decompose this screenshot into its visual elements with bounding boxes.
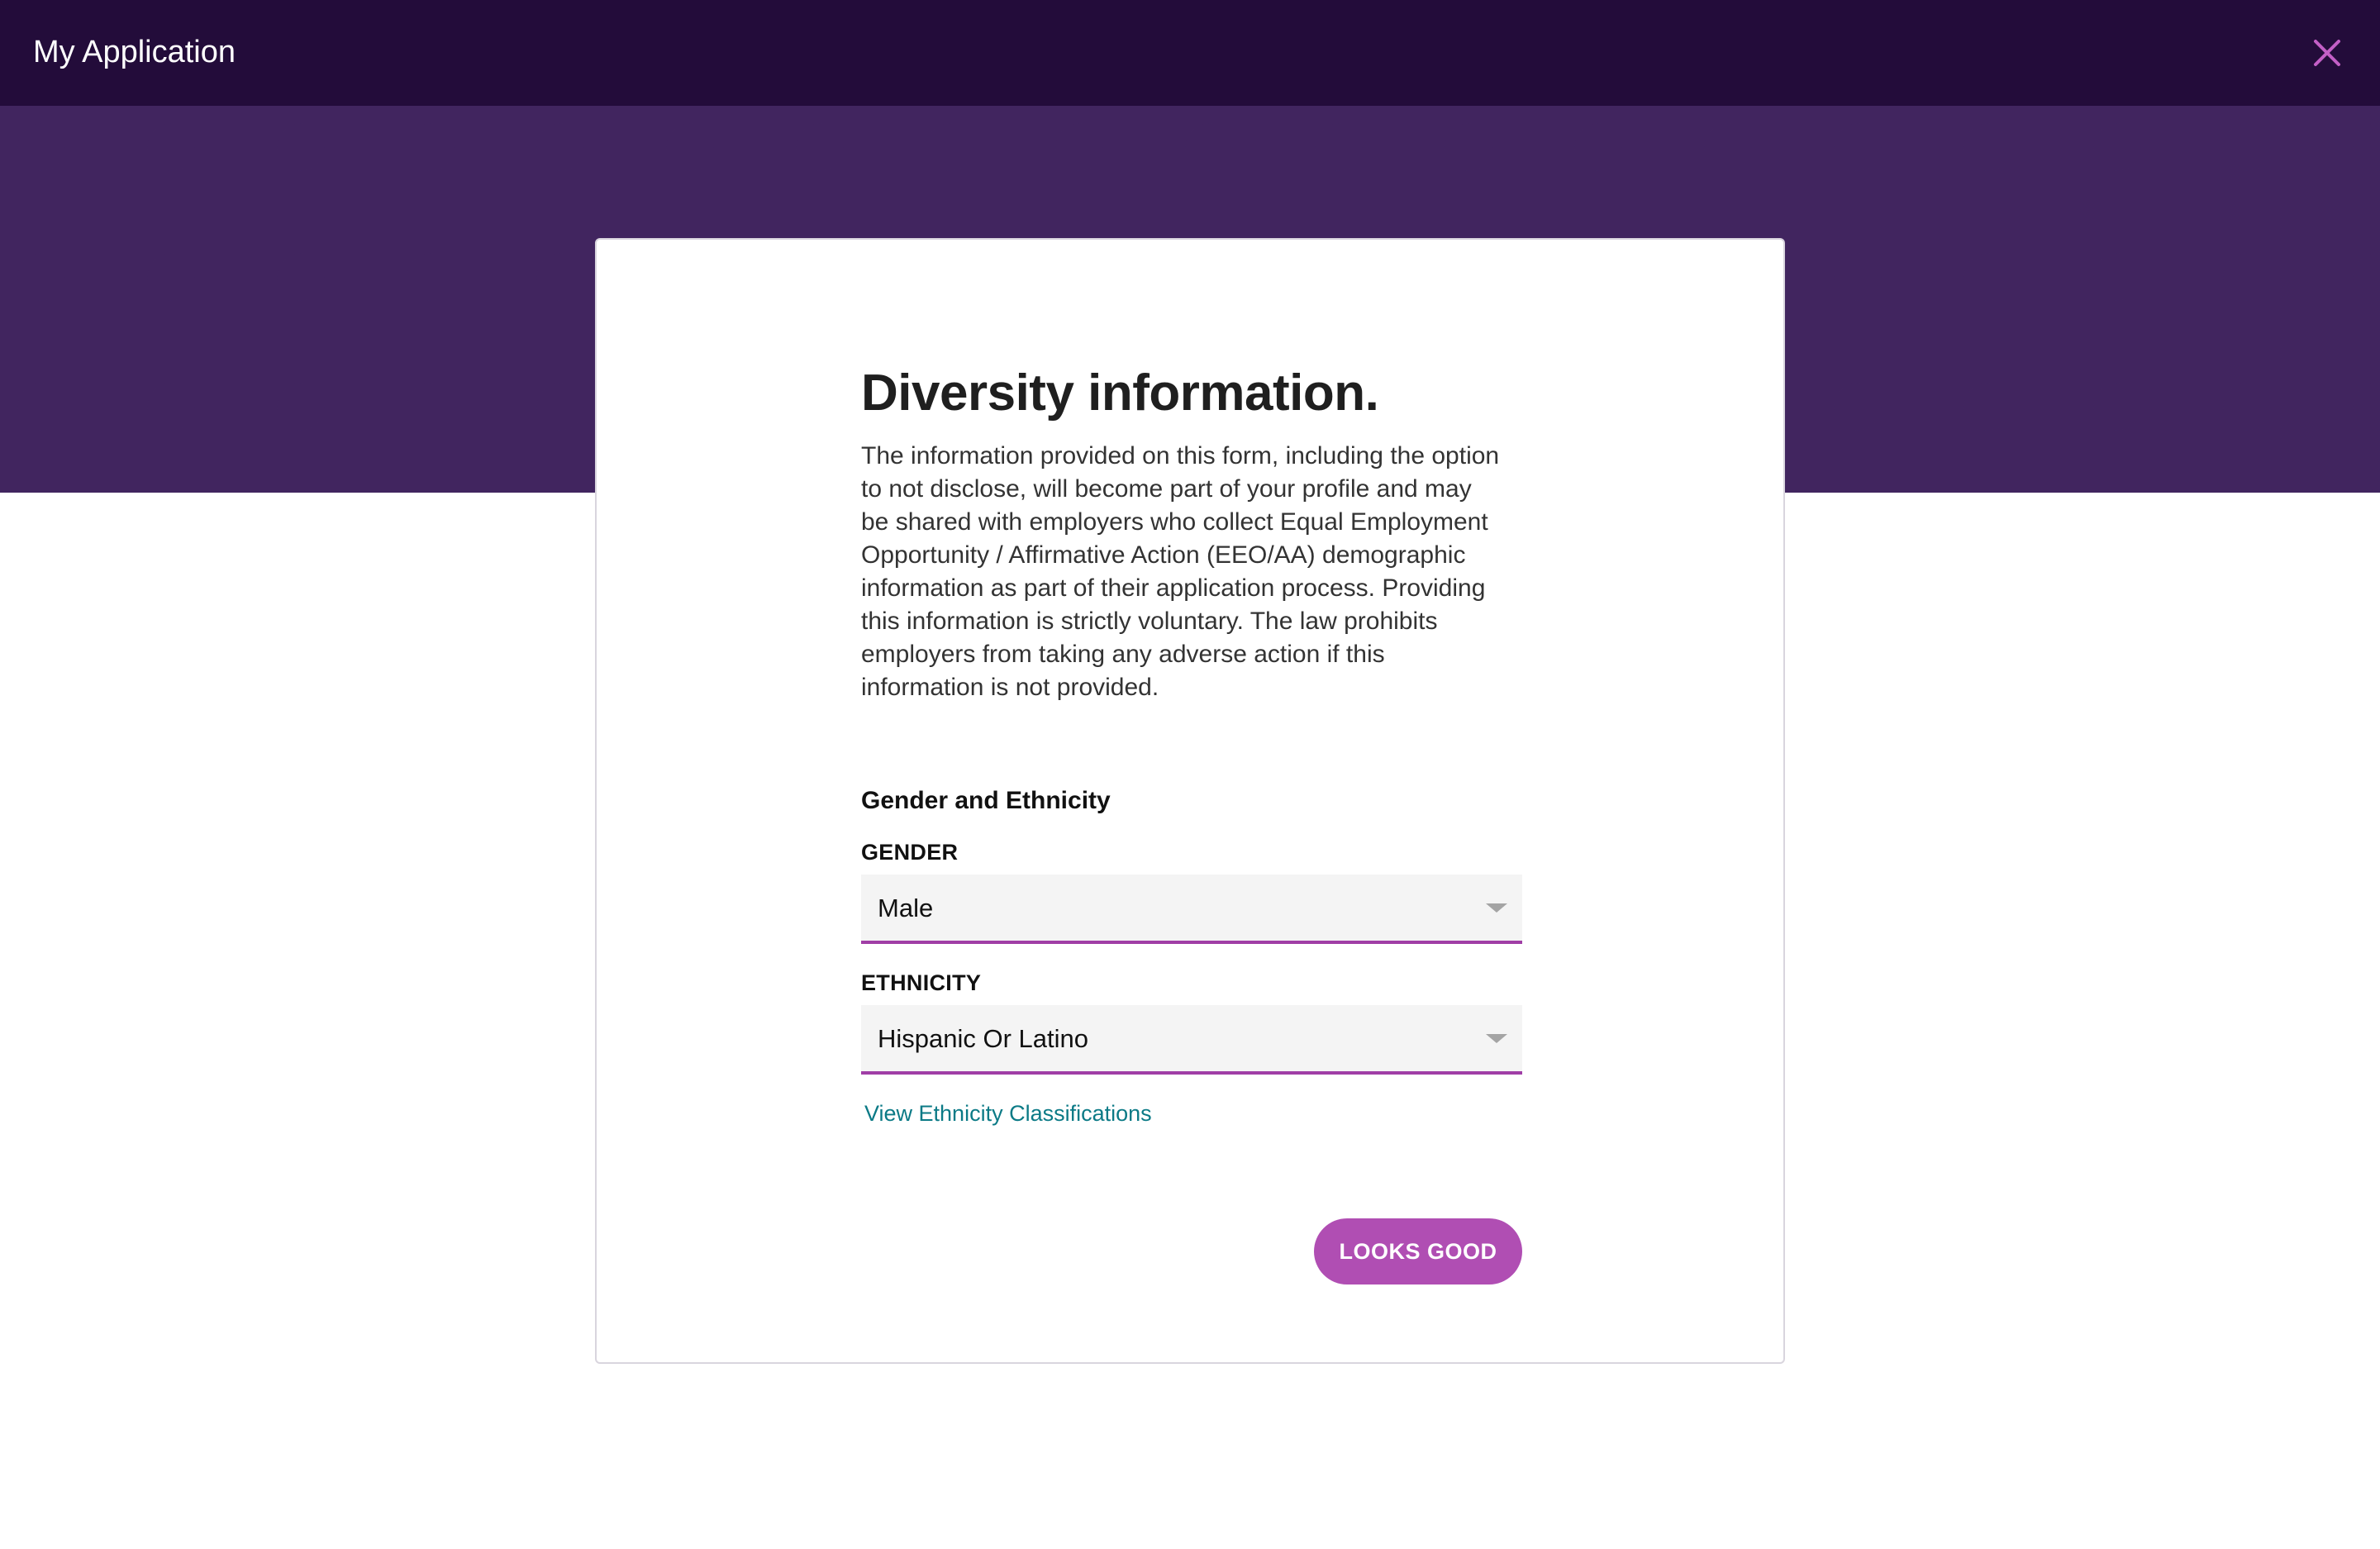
top-bar: My Application	[0, 0, 2380, 106]
ethnicity-select-value: Hispanic Or Latino	[878, 1024, 1089, 1053]
ethnicity-select[interactable]: Hispanic Or Latino	[861, 1005, 1522, 1075]
chevron-down-icon	[1486, 1034, 1507, 1043]
button-row: LOOKS GOOD	[861, 1218, 1522, 1284]
gender-label: GENDER	[861, 840, 959, 865]
looks-good-button[interactable]: LOOKS GOOD	[1314, 1218, 1522, 1284]
section-title: Gender and Ethnicity	[861, 787, 1111, 814]
intro-paragraph: The information provided on this form, i…	[861, 442, 1500, 701]
diversity-form-card: Diversity information. The information p…	[595, 238, 1785, 1364]
ethnicity-label: ETHNICITY	[861, 970, 982, 995]
page-title: Diversity information.	[861, 365, 1379, 422]
gender-select[interactable]: Male	[861, 875, 1522, 944]
view-ethnicity-classifications-link[interactable]: View Ethnicity Classifications	[864, 1099, 1152, 1127]
close-button[interactable]	[2307, 33, 2347, 73]
chevron-down-icon	[1486, 903, 1507, 913]
app-title: My Application	[33, 35, 236, 69]
form-content: Diversity information. The information p…	[861, 362, 1522, 1284]
close-icon	[2314, 40, 2340, 66]
gender-select-value: Male	[878, 894, 934, 922]
